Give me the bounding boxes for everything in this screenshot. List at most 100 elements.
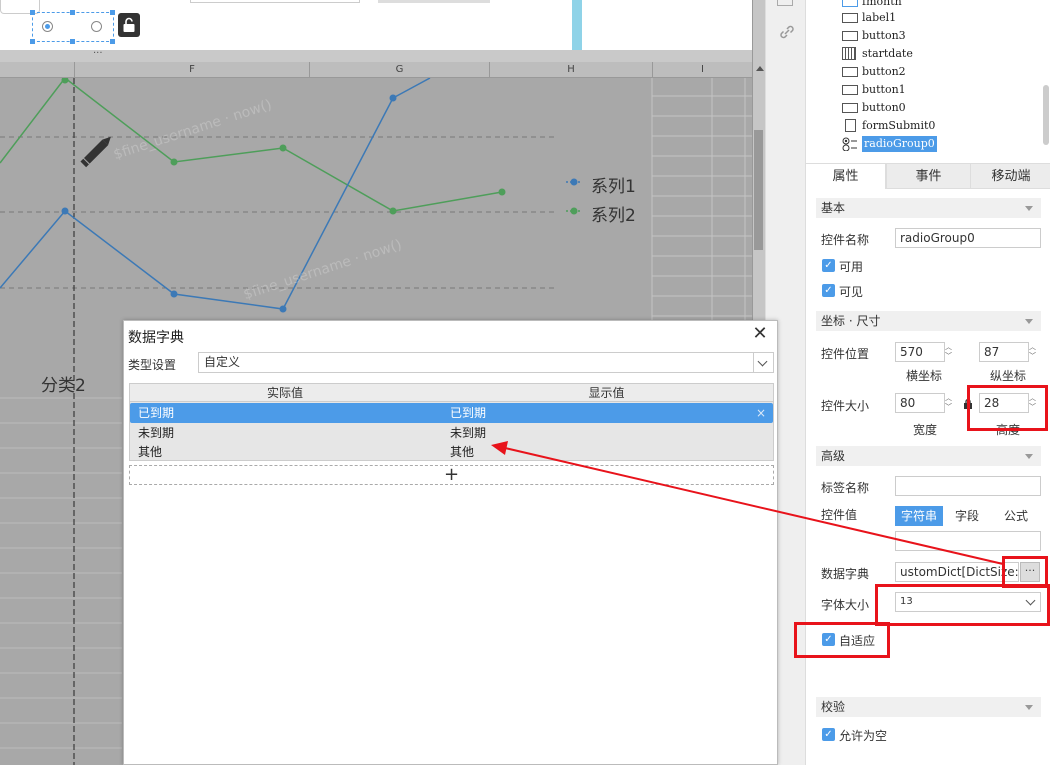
y-caption: 纵坐标	[990, 369, 1027, 383]
column-header-i[interactable]: I	[652, 62, 752, 78]
button-icon	[842, 67, 858, 77]
scroll-up-icon[interactable]	[756, 66, 764, 71]
highlight-adaptive	[794, 622, 890, 658]
size-label: 控件大小	[821, 399, 870, 413]
x-stepper[interactable]: ︿ ﹀	[943, 343, 954, 361]
tool-icon[interactable]	[777, 0, 793, 6]
section-validate-title: 校验	[821, 700, 846, 714]
unlock-icon[interactable]	[118, 13, 140, 37]
legend-markers	[566, 178, 582, 215]
visible-label: 可见	[839, 285, 864, 299]
widget-value-label: 控件值	[821, 508, 858, 522]
y-stepper[interactable]: ︿ ﹀	[1027, 343, 1038, 361]
column-header-f[interactable]: F	[74, 62, 309, 78]
label-icon	[842, 13, 858, 23]
legend-series1[interactable]: 系列1	[591, 172, 636, 197]
table-row[interactable]: 未到期 未到期	[130, 423, 773, 443]
column-header-h[interactable]: H	[489, 62, 652, 78]
resize-handle[interactable]	[70, 10, 75, 15]
value-mode-field[interactable]: 字段	[943, 506, 991, 526]
tree-scrollbar[interactable]	[1043, 85, 1049, 145]
chevron-down-icon	[1025, 454, 1033, 459]
splitter-bar[interactable]: ···	[0, 48, 765, 62]
cell-display[interactable]: 未到期	[446, 423, 486, 443]
radio-group-widget-preview[interactable]	[30, 10, 115, 44]
radio-option[interactable]	[91, 21, 102, 32]
cell-actual[interactable]: 其他	[134, 442, 162, 462]
table-row[interactable]: 已到期 已到期 ×	[130, 403, 773, 423]
tab-events[interactable]: 事件	[886, 164, 970, 189]
data-dictionary-dialog: 数据字典 ✕ 类型设置 自定义 实际值 显示值 已到期 已到期 × 未到期 未到…	[123, 320, 778, 765]
radio-group-icon	[842, 137, 857, 151]
dialog-title: 数据字典	[128, 330, 184, 346]
chevron-down-icon	[1025, 319, 1033, 324]
cell-actual[interactable]: 未到期	[134, 423, 174, 443]
position-label: 控件位置	[821, 347, 870, 361]
data-dict-input[interactable]: ustomDict[DictSize:3]	[895, 562, 1019, 582]
category-label: 分类2	[41, 376, 86, 396]
x-caption: 横坐标	[906, 369, 943, 383]
scrollbar-thumb[interactable]	[754, 130, 763, 250]
chevron-down-icon	[1025, 705, 1033, 710]
series1-line	[0, 78, 431, 310]
section-basic[interactable]: 基本	[816, 198, 1041, 218]
x-position-input[interactable]: 570	[895, 342, 945, 362]
close-icon[interactable]: ✕	[749, 323, 771, 345]
section-basic-title: 基本	[821, 201, 846, 215]
link-icon[interactable]	[779, 24, 795, 40]
add-row-button[interactable]: +	[129, 465, 774, 485]
value-mode-string[interactable]: 字符串	[895, 506, 943, 526]
width-input[interactable]: 80	[895, 393, 945, 413]
table-row[interactable]: 其他 其他	[130, 442, 773, 462]
resize-handle[interactable]	[110, 39, 115, 44]
legend-series2[interactable]: 系列2	[591, 201, 636, 226]
data-dict-label: 数据字典	[821, 567, 870, 581]
tag-name-input[interactable]	[895, 476, 1041, 496]
y-position-input[interactable]: 87	[979, 342, 1029, 362]
chevron-down-icon[interactable]	[753, 353, 773, 372]
section-advanced[interactable]: 高级	[816, 446, 1041, 466]
allow-empty-label: 允许为空	[839, 729, 888, 743]
type-setting-select[interactable]: 自定义	[198, 352, 774, 373]
cell-display[interactable]: 其他	[446, 442, 474, 462]
calendar-icon	[842, 47, 856, 60]
canvas-edge	[572, 0, 582, 50]
tab-properties[interactable]: 属性	[806, 164, 886, 189]
chevron-down-icon	[1025, 206, 1033, 211]
toolbar-fragment	[378, 0, 490, 3]
series1-points	[61, 94, 397, 313]
column-header-actual: 实际值	[130, 384, 440, 402]
visible-checkbox[interactable]: ✓	[822, 284, 835, 297]
tab-mobile[interactable]: 移动端	[970, 164, 1050, 189]
radio-option-selected[interactable]	[42, 21, 53, 32]
type-setting-value: 自定义	[204, 355, 241, 369]
cell-display[interactable]: 已到期	[446, 403, 486, 423]
resize-handle[interactable]	[30, 39, 35, 44]
section-coords-title: 坐标 · 尺寸	[821, 314, 881, 328]
splitter-dots-icon[interactable]: ···	[93, 48, 103, 59]
type-setting-label: 类型设置	[128, 358, 177, 372]
allow-empty-checkbox[interactable]: ✓	[822, 728, 835, 741]
enabled-checkbox[interactable]: ✓	[822, 259, 835, 272]
resize-handle[interactable]	[30, 10, 35, 15]
button-icon	[842, 85, 858, 95]
resize-handle[interactable]	[70, 39, 75, 44]
edit-pencil-icon[interactable]	[80, 134, 113, 168]
value-mode-formula[interactable]: 公式	[991, 506, 1041, 526]
column-header-display: 显示值	[440, 384, 773, 402]
button-icon	[842, 103, 858, 113]
widget-value-input[interactable]	[895, 531, 1041, 551]
enabled-label: 可用	[839, 260, 864, 274]
series2-line	[0, 78, 503, 212]
section-validate[interactable]: 校验	[816, 697, 1041, 717]
resize-handle[interactable]	[110, 10, 115, 15]
value-mode-segmented: 字符串 字段 公式	[895, 506, 1041, 526]
delete-row-icon[interactable]: ×	[752, 403, 766, 423]
unlock-icon-svg	[123, 17, 135, 32]
cell-actual[interactable]: 已到期	[134, 403, 174, 423]
widget-name-input[interactable]: radioGroup0	[895, 228, 1041, 248]
column-header-g[interactable]: G	[309, 62, 489, 78]
section-coords[interactable]: 坐标 · 尺寸	[816, 311, 1041, 331]
width-caption: 宽度	[913, 423, 938, 437]
width-stepper[interactable]: ︿ ﹀	[943, 394, 954, 412]
